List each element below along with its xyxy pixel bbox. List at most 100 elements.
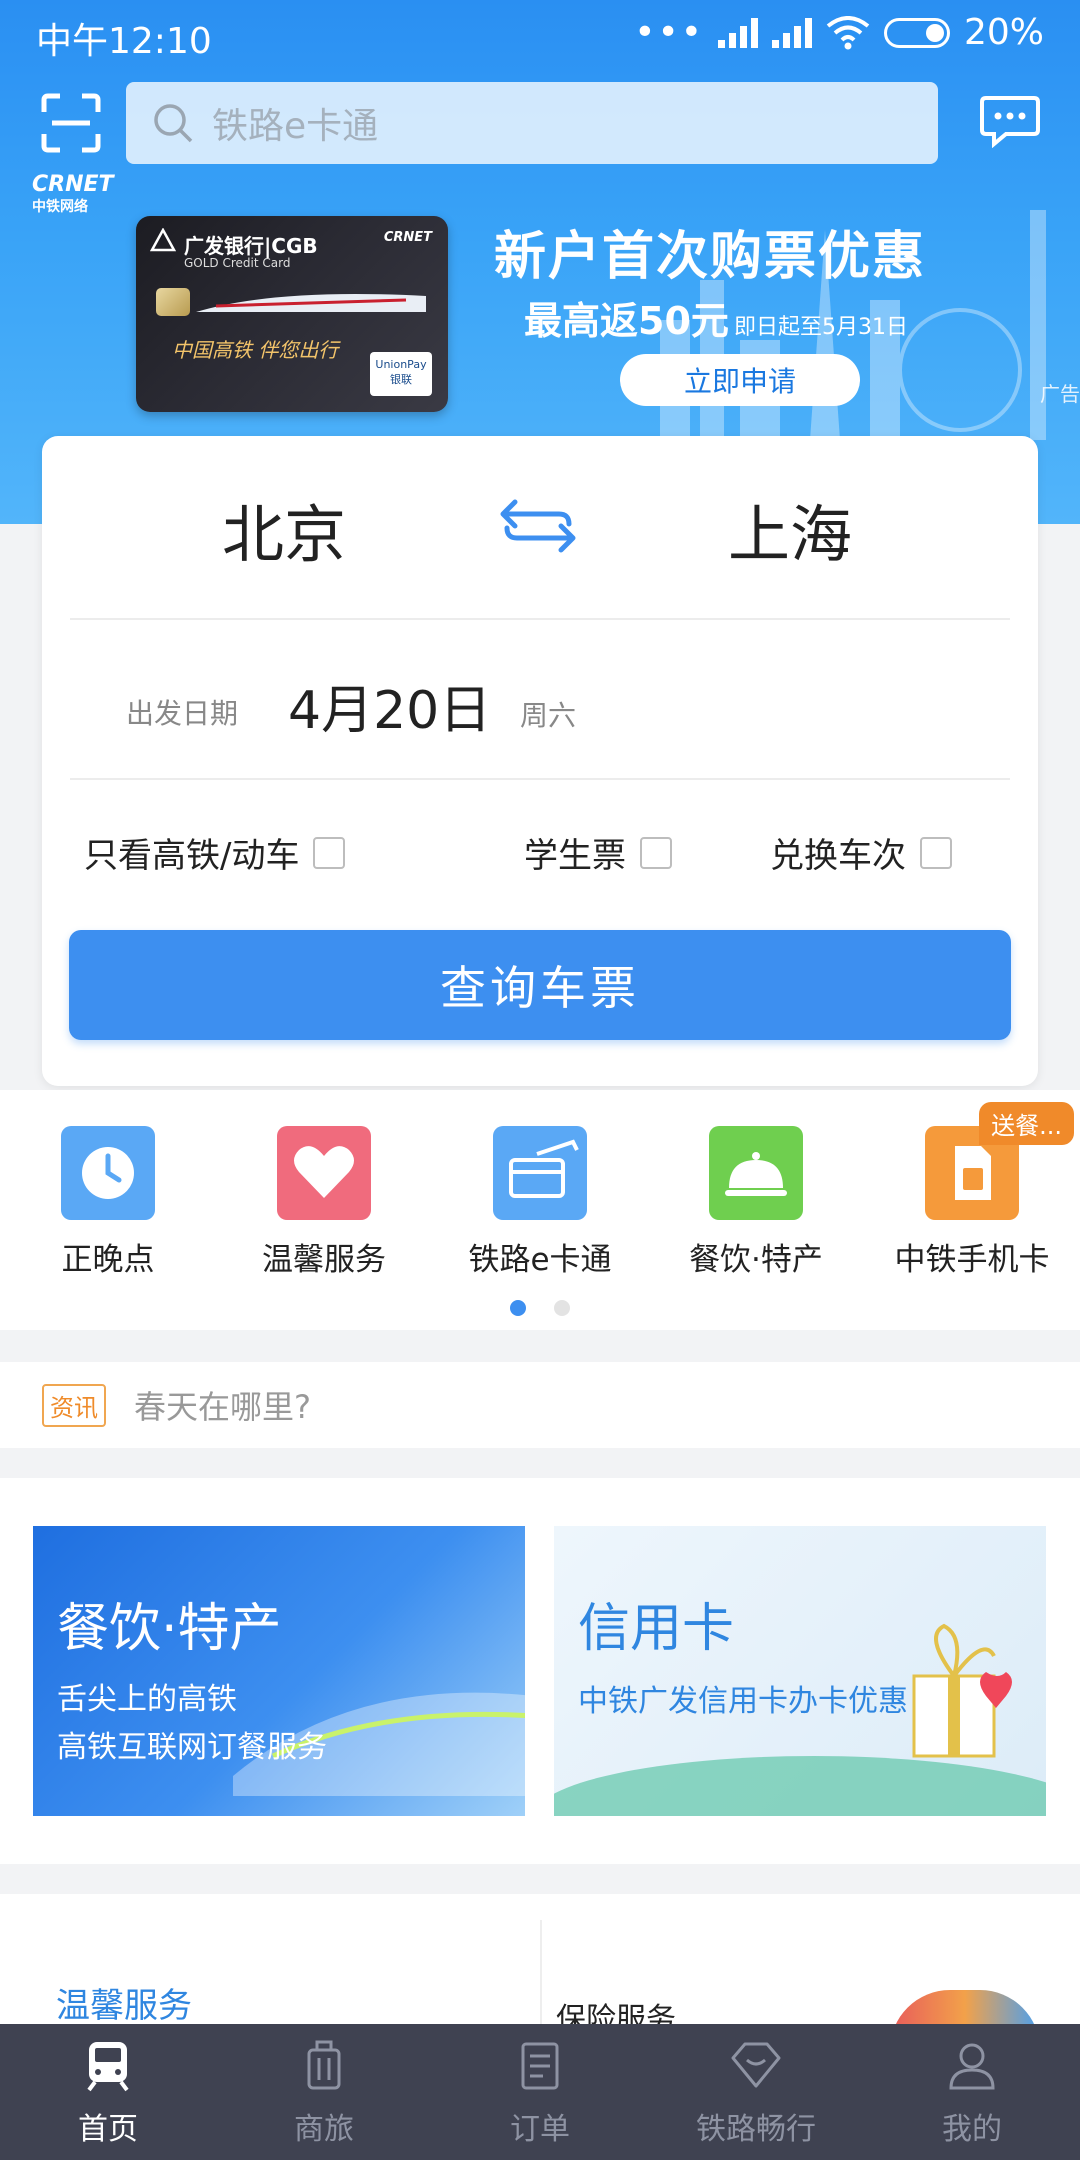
tab-label: 我的 — [942, 2112, 1002, 2147]
card-slogan: 中国高铁 伴您出行 — [172, 338, 339, 362]
arrival-city[interactable]: 上海 — [728, 484, 852, 574]
banner-subtitle: 最高返50元 即日起至5月31日 — [524, 290, 908, 345]
card-chip — [156, 288, 190, 316]
divider — [540, 1920, 542, 2034]
search-placeholder: 铁路e卡通 — [212, 106, 379, 147]
tab-orders[interactable]: 订单 — [432, 2024, 648, 2160]
status-indicators: ••• 20% — [634, 12, 1044, 53]
tab-label: 商旅 — [294, 2112, 354, 2147]
page-dot[interactable] — [554, 1300, 570, 1316]
ticket-query-card: 北京 上海 出发日期 4月20日 周六 只看高铁/动车 学生票 兑换车次 查询车… — [42, 436, 1038, 1086]
crnet-logo-subtext: 中铁网络 — [32, 199, 88, 215]
tab-home[interactable]: 首页 — [0, 2024, 216, 2160]
tab-business-travel[interactable]: 商旅 — [216, 2024, 432, 2160]
card-bank-name: 广发银行|CGB — [184, 234, 318, 258]
checkbox[interactable] — [640, 836, 672, 869]
status-bar: 中午12:10 ••• 20% — [0, 0, 1080, 70]
banner-subtitle-main: 最高返50元 — [524, 299, 729, 343]
departure-city[interactable]: 北京 — [222, 484, 346, 574]
credit-card-promo-card[interactable]: 信用卡 中铁广发信用卡办卡优惠 — [554, 1526, 1046, 1816]
page-indicator — [0, 1300, 1080, 1316]
gift-box-icon — [912, 1623, 1012, 1758]
shortcut-badge: 送餐... — [979, 1102, 1074, 1145]
option-high-speed-only[interactable]: 只看高铁/动车 — [84, 828, 346, 877]
shortcut-grid: 正晚点 温馨服务 铁路e卡通 餐饮·特产 中铁手机卡 送餐... — [0, 1090, 1080, 1330]
promo-title: 信用卡 — [578, 1599, 735, 1659]
wifi-icon — [826, 15, 870, 49]
status-time: 中午12:10 — [36, 21, 212, 62]
shortcut-rail-ecard[interactable]: 铁路e卡通 — [432, 1126, 648, 1279]
user-icon — [949, 2043, 995, 2090]
departure-weekday: 周六 — [520, 699, 577, 732]
signal-icon-2 — [771, 17, 812, 48]
shortcut-food-specialty[interactable]: 餐饮·特产 — [648, 1126, 864, 1279]
signal-icon — [717, 17, 758, 48]
shortcut-train-status[interactable]: 正晚点 — [0, 1126, 216, 1279]
promo-line: 舌尖上的高铁 — [57, 1682, 237, 1717]
promo-banner[interactable]: CRNET 中铁网络 广发银行|CGB GOLD Credit Card CRNE… — [0, 170, 1080, 440]
battery-icon — [883, 17, 950, 48]
apply-now-button[interactable]: 立即申请 — [620, 354, 860, 406]
promo-section: 餐饮·特产 舌尖上的高铁 高铁互联网订餐服务 信用卡 中铁广发信用卡办卡优惠 — [0, 1478, 1080, 1864]
option-label: 兑换车次 — [770, 836, 906, 876]
option-label: 学生票 — [524, 836, 626, 876]
departure-date-label: 出发日期 — [126, 697, 239, 730]
checkbox[interactable] — [920, 836, 952, 869]
banner-title: 新户首次购票优惠 — [494, 227, 927, 287]
shortcut-care-service[interactable]: 温馨服务 — [216, 1126, 432, 1279]
page-dot-active[interactable] — [510, 1300, 526, 1316]
shortcut-label: 温馨服务 — [262, 1242, 386, 1278]
search-icon — [154, 104, 193, 143]
banner-subtitle-note: 即日起至5月31日 — [733, 315, 908, 340]
train-graphic — [196, 294, 426, 312]
more-dots-icon: ••• — [634, 12, 704, 53]
tab-rail-pass[interactable]: 铁路畅行 — [648, 2024, 864, 2160]
crnet-logo-text: CRNET — [32, 172, 114, 197]
search-tickets-button[interactable]: 查询车票 — [69, 930, 1011, 1040]
shortcut-label: 中铁手机卡 — [894, 1242, 1050, 1278]
shortcut-label: 餐饮·特产 — [689, 1242, 823, 1278]
ad-tag: 广告 — [1040, 382, 1080, 406]
news-tag: 资讯 — [42, 1383, 106, 1427]
services-section: 温馨服务 保险服务 — [0, 1894, 1080, 2050]
swap-cities-icon[interactable] — [497, 498, 579, 554]
bottom-tab-bar: 首页 商旅 订单 铁路畅行 我的 — [0, 2024, 1080, 2160]
card-icon — [493, 1126, 587, 1220]
promo-title: 餐饮·特产 — [57, 1599, 282, 1659]
clock-icon — [61, 1126, 155, 1220]
bank-logo-icon — [150, 228, 176, 252]
news-ticker[interactable]: 资讯 春天在哪里? — [0, 1362, 1080, 1448]
search-input[interactable]: 铁路e卡通 — [126, 82, 938, 164]
option-label: 只看高铁/动车 — [84, 836, 300, 876]
tab-label: 铁路畅行 — [696, 2112, 816, 2147]
train-icon — [87, 2042, 129, 2092]
option-student-ticket[interactable]: 学生票 — [524, 828, 672, 877]
news-headline[interactable]: 春天在哪里? — [134, 1382, 311, 1428]
battery-percent: 20% — [963, 12, 1044, 53]
service-bell-icon — [709, 1126, 803, 1220]
tab-profile[interactable]: 我的 — [864, 2024, 1080, 2160]
food-promo-card[interactable]: 餐饮·特产 舌尖上的高铁 高铁互联网订餐服务 — [33, 1526, 525, 1816]
divider — [70, 778, 1010, 780]
promo-line: 高铁互联网订餐服务 — [57, 1730, 327, 1765]
scan-icon[interactable] — [40, 92, 102, 154]
tab-label: 订单 — [510, 2112, 570, 2147]
shortcut-label: 正晚点 — [61, 1242, 155, 1278]
care-service-link[interactable]: 温馨服务 — [56, 1978, 192, 2027]
card-brand: CRNET — [383, 230, 432, 245]
crnet-logo: CRNET 中铁网络 — [32, 172, 114, 215]
shortcut-sim-card[interactable]: 中铁手机卡 — [864, 1126, 1080, 1279]
message-icon[interactable] — [980, 94, 1040, 148]
order-list-icon — [521, 2042, 559, 2090]
credit-card-image: 广发银行|CGB GOLD Credit Card CRNET 中国高铁 伴您出… — [136, 216, 448, 412]
diamond-icon — [731, 2042, 781, 2088]
promo-line: 中铁广发信用卡办卡优惠 — [578, 1684, 908, 1719]
luggage-icon — [307, 2040, 341, 2090]
departure-date-value[interactable]: 4月20日 — [288, 668, 491, 743]
heart-icon — [277, 1126, 371, 1220]
checkbox[interactable] — [313, 836, 346, 869]
top-bar: 铁路e卡通 — [0, 80, 1080, 166]
option-exchange-train[interactable]: 兑换车次 — [770, 828, 952, 877]
card-tier: GOLD Credit Card — [184, 256, 291, 270]
unionpay-logo: UnionPay 银联 — [370, 352, 432, 396]
